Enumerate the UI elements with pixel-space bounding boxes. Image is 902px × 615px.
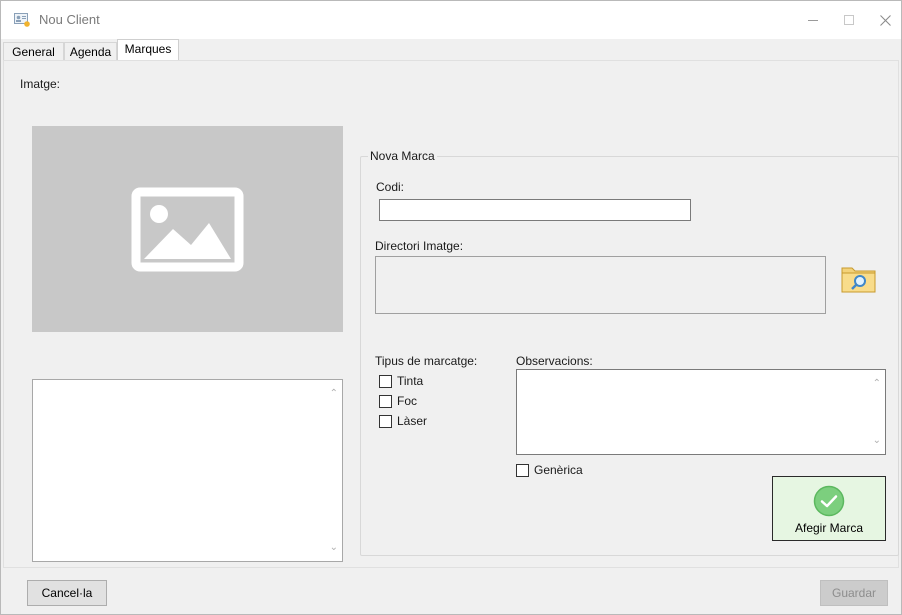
scroll-up-icon[interactable]: ⌃ <box>330 388 338 399</box>
tinta-label: Tinta <box>397 374 424 388</box>
codi-label: Codi: <box>376 180 405 194</box>
client-window: Nou Client General Agenda Marques Imatge… <box>0 0 902 615</box>
save-button[interactable]: Guardar <box>820 580 888 606</box>
tab-marques[interactable]: Marques <box>117 39 179 61</box>
tinta-checkbox-box[interactable] <box>379 374 392 388</box>
directori-label: Directori Imatge: <box>375 239 464 253</box>
marques-list[interactable]: ⌃ ⌄ <box>32 379 343 562</box>
contact-card-icon <box>14 13 30 27</box>
observacions-textarea[interactable]: ⌃ ⌄ <box>516 369 886 455</box>
tinta-checkbox[interactable]: Tinta <box>379 374 423 388</box>
codi-input[interactable] <box>379 199 691 221</box>
tab-strip: General Agenda Marques <box>1 39 901 61</box>
window-title: Nou Client <box>39 12 100 27</box>
close-icon <box>879 14 891 26</box>
maximize-icon <box>844 15 854 25</box>
image-preview[interactable] <box>32 126 343 332</box>
cancel-button[interactable]: Cancel·la <box>27 580 107 606</box>
laser-label: Làser <box>397 414 428 428</box>
group-title: Nova Marca <box>368 149 437 163</box>
scroll-up-icon[interactable]: ⌃ <box>873 378 881 389</box>
generica-checkbox[interactable]: Genèrica <box>516 463 583 477</box>
minimize-icon <box>808 20 818 21</box>
laser-checkbox-box[interactable] <box>379 414 392 428</box>
observacions-label: Observacions: <box>516 354 593 368</box>
directori-field[interactable] <box>375 256 826 314</box>
foc-label: Foc <box>397 394 418 408</box>
image-placeholder-icon <box>131 187 244 272</box>
foc-checkbox-box[interactable] <box>379 394 392 408</box>
foc-checkbox[interactable]: Foc <box>379 394 417 408</box>
close-button[interactable] <box>863 1 902 39</box>
title-bar[interactable]: Nou Client <box>1 1 901 39</box>
tab-agenda[interactable]: Agenda <box>64 42 117 61</box>
check-circle-icon <box>813 485 845 517</box>
add-marca-label: Afegir Marca <box>794 521 864 535</box>
scroll-down-icon[interactable]: ⌄ <box>873 435 881 446</box>
image-label: Imatge: <box>20 77 61 91</box>
tab-general[interactable]: General <box>3 42 64 61</box>
add-marca-button[interactable]: Afegir Marca <box>772 476 886 541</box>
folder-search-icon <box>841 267 876 293</box>
generica-checkbox-box[interactable] <box>516 463 529 477</box>
scroll-down-icon[interactable]: ⌄ <box>330 542 338 553</box>
laser-checkbox[interactable]: Làser <box>379 414 427 428</box>
browse-folder-button[interactable] <box>841 264 877 294</box>
tipus-label: Tipus de marcatge: <box>375 354 478 368</box>
generica-label: Genèrica <box>534 463 583 477</box>
